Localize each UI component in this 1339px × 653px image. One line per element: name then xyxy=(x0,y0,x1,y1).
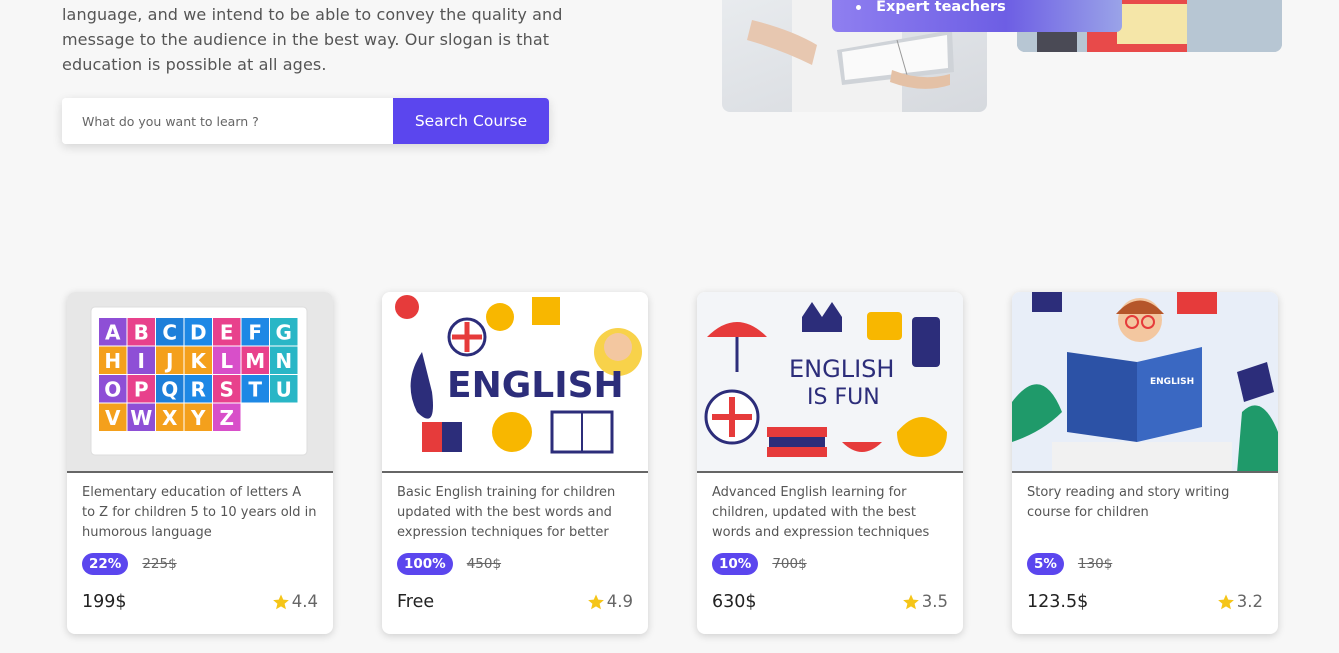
course-card[interactable]: ENGLISH IS FUN Advanced English learning… xyxy=(697,292,963,634)
course-thumbnail-english: ENGLISH xyxy=(382,292,648,473)
alphabet-letter: L xyxy=(220,349,233,373)
course-rating: 4.9 xyxy=(587,592,633,611)
english-illustration: ENGLISH xyxy=(395,295,642,454)
thumbnail-subtitle: IS FUN xyxy=(807,385,880,410)
course-description: Elementary education of letters A to Z f… xyxy=(82,485,317,540)
alphabet-letter: Z xyxy=(219,406,234,430)
alphabet-letter: B xyxy=(134,321,149,345)
alphabet-letter: I xyxy=(138,349,145,373)
rating-value: 4.4 xyxy=(291,592,318,611)
intro-paragraph: language, and we intend to be able to co… xyxy=(62,2,602,77)
alphabet-letter: M xyxy=(245,349,265,373)
alphabet-letter: H xyxy=(104,349,121,373)
feature-label: Expert teachers xyxy=(876,0,1006,15)
star-icon xyxy=(272,594,289,609)
course-description: Basic English training for children upda… xyxy=(397,485,616,540)
course-rating: 4.4 xyxy=(272,592,318,611)
alphabet-letter: Q xyxy=(161,378,178,402)
story-reading-illustration: ENGLISH xyxy=(1012,292,1278,471)
alphabet-poster: A B C D E F G H I J K L M N O P Q R S T U V W X Y Z xyxy=(90,306,308,456)
rating-value: 3.2 xyxy=(1236,592,1263,611)
alphabet-letter: R xyxy=(191,378,206,402)
course-rating: 3.5 xyxy=(902,592,948,611)
price-row: 10% 700$ xyxy=(712,553,807,575)
course-card[interactable]: ENGLISH Basic English training for child… xyxy=(382,292,648,634)
alphabet-letter: X xyxy=(162,406,178,430)
course-card[interactable]: ENGLISH Story reading and story writing … xyxy=(1012,292,1278,634)
alphabet-letter: G xyxy=(276,321,292,345)
rating-value: 3.5 xyxy=(921,592,948,611)
old-price: 130$ xyxy=(1077,556,1113,572)
course-price: 630$ xyxy=(712,592,757,612)
course-card[interactable]: ABCDEFG HIJKLMN OPQRSTU VWXYZ Elementary ed… xyxy=(67,292,333,634)
course-thumbnail-alphabet: ABCDEFG HIJKLMN OPQRSTU VWXYZ xyxy=(67,292,333,473)
thumbnail-title: ENGLISH xyxy=(789,355,894,383)
alphabet-letter: O xyxy=(104,378,121,402)
alphabet-letter: S xyxy=(220,378,234,402)
alphabet-letter: Y xyxy=(190,406,206,430)
price-row: 100% 450$ xyxy=(397,553,501,575)
alphabet-letter: P xyxy=(134,378,149,402)
discount-badge: 22% xyxy=(82,553,129,575)
course-description: Advanced English learning for children, … xyxy=(712,485,930,540)
feature-badge: Expert teachers xyxy=(832,0,1122,32)
alphabet-letter: D xyxy=(190,321,207,345)
course-price: 123.5$ xyxy=(1027,592,1089,612)
course-rating: 3.2 xyxy=(1217,592,1263,611)
price-row: 22% 225$ xyxy=(82,553,177,575)
alphabet-letter: U xyxy=(276,378,292,402)
bullet-icon xyxy=(856,4,861,10)
thumbnail-title: ENGLISH xyxy=(1150,377,1194,387)
course-thumbnail-english-fun: ENGLISH IS FUN xyxy=(697,292,963,473)
alphabet-letter: V xyxy=(105,406,121,430)
old-price: 700$ xyxy=(772,556,807,572)
alphabet-letter: W xyxy=(130,406,152,430)
alphabet-letter: J xyxy=(164,349,173,373)
old-price: 225$ xyxy=(142,556,177,572)
alphabet-letter: A xyxy=(105,321,121,345)
course-search-bar: Search Course xyxy=(62,98,549,144)
discount-badge: 5% xyxy=(1027,553,1064,575)
star-icon xyxy=(902,594,919,609)
price-row: 5% 130$ xyxy=(1027,553,1112,575)
search-input[interactable] xyxy=(62,98,393,144)
intro-line: education is possible at all ages. xyxy=(62,55,327,74)
star-icon xyxy=(1217,594,1234,609)
course-price: 199$ xyxy=(82,592,127,612)
intro-line: message to the audience in the best way.… xyxy=(62,30,550,49)
discount-badge: 10% xyxy=(712,553,759,575)
old-price: 450$ xyxy=(466,556,502,572)
alphabet-letter: C xyxy=(162,321,177,345)
thumbnail-title: ENGLISH xyxy=(447,365,624,406)
course-description: Story reading and story writing course f… xyxy=(1027,485,1230,520)
alphabet-letter: E xyxy=(220,321,234,345)
course-thumbnail-story: ENGLISH xyxy=(1012,292,1278,473)
alphabet-letter: N xyxy=(275,349,292,373)
alphabet-letter: K xyxy=(191,349,208,373)
alphabet-letter: T xyxy=(248,378,262,402)
discount-badge: 100% xyxy=(397,553,453,575)
english-is-fun-illustration: ENGLISH IS FUN xyxy=(704,302,947,457)
search-course-button[interactable]: Search Course xyxy=(393,98,549,144)
star-icon xyxy=(587,594,604,609)
alphabet-letter: F xyxy=(248,321,262,345)
intro-line: language, and we intend to be able to co… xyxy=(62,5,563,24)
course-price: Free xyxy=(397,592,435,612)
rating-value: 4.9 xyxy=(606,592,633,611)
